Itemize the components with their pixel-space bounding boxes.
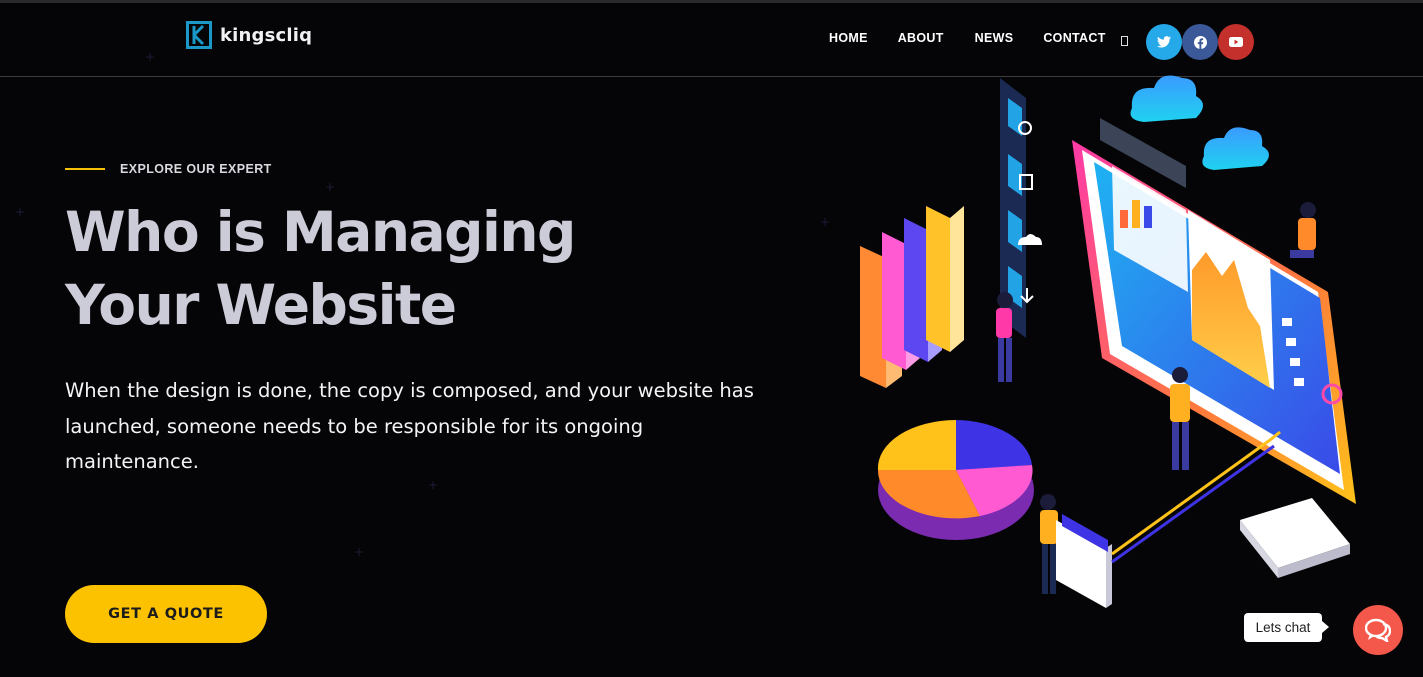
youtube-icon (1229, 37, 1243, 47)
hero-title-line-2: Your Website (65, 273, 457, 337)
nav-home[interactable]: HOME (829, 31, 868, 45)
hero-illustration (860, 75, 1356, 608)
pie-chart (877, 419, 1034, 540)
brand-name: kingscliq (220, 24, 313, 46)
chat-button[interactable] (1353, 605, 1403, 655)
search-icon[interactable] (1121, 36, 1128, 46)
eyebrow-line (65, 168, 105, 170)
twitter-button[interactable] (1146, 24, 1182, 60)
nav-contact[interactable]: CONTACT (1043, 31, 1105, 45)
calendar (1240, 498, 1350, 578)
chat-bubbles-icon (1365, 618, 1391, 642)
bar-blocks (860, 206, 964, 388)
hero-title: Who is Managing Your Website (65, 196, 576, 342)
bg-star: + (428, 478, 439, 492)
nav-news[interactable]: NEWS (975, 31, 1014, 45)
bg-star: + (145, 50, 156, 64)
facebook-button[interactable] (1182, 24, 1218, 60)
main-nav: HOME ABOUT NEWS CONTACT (829, 31, 1136, 45)
hero-description: When the design is done, the copy is com… (65, 379, 754, 473)
bg-star: + (325, 180, 336, 194)
bg-star: + (820, 215, 831, 229)
lets-chat-label[interactable]: Lets chat (1244, 613, 1329, 642)
nav-about[interactable]: ABOUT (898, 31, 944, 45)
eyebrow: EXPLORE OUR EXPERT (65, 162, 272, 176)
twitter-icon (1157, 36, 1171, 48)
bg-star: + (15, 205, 26, 219)
eyebrow-text: EXPLORE OUR EXPERT (120, 162, 272, 176)
facebook-icon (1193, 35, 1207, 49)
phone-screen (1072, 118, 1356, 504)
brand-logo[interactable]: kingscliq (186, 21, 312, 49)
bg-star: + (354, 545, 365, 559)
get-a-quote-button[interactable]: GET A QUOTE (65, 585, 267, 643)
site-header: kingscliq HOME ABOUT NEWS CONTACT (0, 3, 1423, 77)
hero-title-line-1: Who is Managing (65, 200, 576, 264)
youtube-button[interactable] (1218, 24, 1254, 60)
kingscliq-logo-icon (186, 21, 212, 49)
